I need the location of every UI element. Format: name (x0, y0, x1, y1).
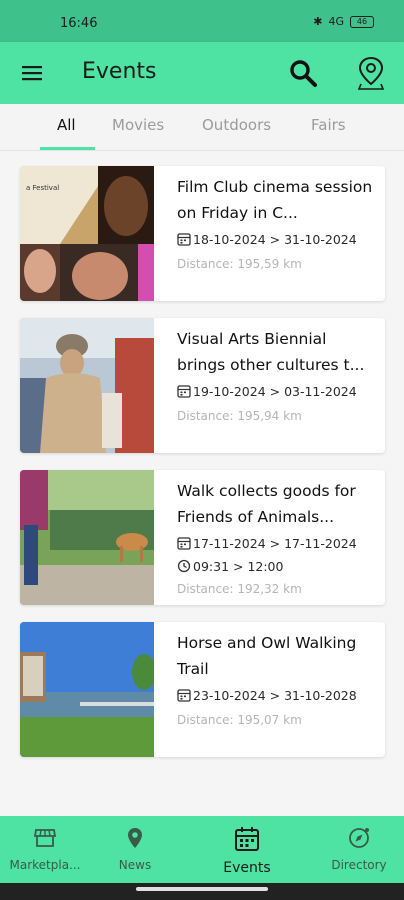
event-dates: 18-10-2024 > 31-10-2024 (193, 231, 357, 247)
event-time: 09:31 > 12:00 (193, 558, 284, 574)
event-thumbnail (20, 622, 154, 757)
location-pin-icon[interactable] (356, 56, 386, 90)
nav-label: Directory (331, 858, 387, 872)
compass-icon (349, 828, 369, 848)
event-dates-row: 17-11-2024 > 17-11-2024 (177, 533, 377, 553)
calendar-icon (177, 385, 191, 398)
battery-icon: 46 (350, 15, 374, 28)
event-distance: Distance: 192,32 km (177, 582, 302, 596)
event-dates: 17-11-2024 > 17-11-2024 (193, 535, 357, 551)
event-time-row: 09:31 > 12:00 (177, 556, 377, 576)
search-icon[interactable] (288, 58, 318, 88)
tab-all[interactable]: All (57, 116, 76, 134)
nav-label: Marketpla... (9, 858, 81, 872)
event-thumbnail (20, 318, 154, 453)
gesture-handle[interactable] (136, 887, 268, 891)
tab-movies[interactable]: Movies (112, 116, 164, 134)
signal-label: 4G (328, 15, 344, 28)
nav-item-news[interactable]: News (90, 826, 180, 872)
calendar-icon (177, 233, 191, 246)
calendar-icon (177, 537, 191, 550)
status-time: 16:46 (60, 16, 98, 31)
event-dates-row: 18-10-2024 > 31-10-2024 (177, 229, 377, 249)
nav-item-directory[interactable]: Directory (314, 826, 404, 872)
event-card[interactable]: Horse and Owl Walking Trail 23-10-2024 >… (20, 622, 385, 757)
page-title: Events (82, 59, 157, 84)
event-card[interactable]: Visual Arts Biennial brings other cultur… (20, 318, 385, 453)
active-tab-indicator (40, 147, 95, 150)
bottom-navigation: Marketpla... News Events Directory (0, 816, 404, 883)
event-dates: 23-10-2024 > 31-10-2028 (193, 687, 357, 703)
status-bar: 16:46 ✱ 4G 46 (0, 0, 404, 42)
event-distance: Distance: 195,59 km (177, 257, 302, 271)
tab-fairs[interactable]: Fairs (311, 116, 346, 134)
event-info: Horse and Owl Walking Trail 23-10-2024 >… (177, 630, 377, 727)
event-info: Visual Arts Biennial brings other cultur… (177, 326, 377, 423)
category-tabs: All Movies Outdoors Fairs (0, 104, 404, 151)
event-info: Film Club cinema session on Friday in C.… (177, 174, 377, 271)
calendar-icon (235, 827, 259, 851)
system-gesture-bar (0, 883, 404, 900)
event-card[interactable]: Walk collects goods for Friends of Anima… (20, 470, 385, 605)
event-distance: Distance: 195,94 km (177, 409, 302, 423)
event-info: Walk collects goods for Friends of Anima… (177, 478, 377, 596)
event-title: Walk collects goods for Friends of Anima… (177, 482, 356, 526)
clock-icon (177, 559, 191, 573)
menu-icon[interactable] (20, 62, 44, 84)
event-dates-row: 23-10-2024 > 31-10-2028 (177, 685, 377, 705)
event-title: Horse and Owl Walking Trail (177, 634, 357, 678)
nav-label: Events (223, 860, 271, 876)
event-card[interactable]: a Festival Film Club cinema session on F… (20, 166, 385, 301)
event-title: Visual Arts Biennial brings other cultur… (177, 330, 365, 374)
event-dates-row: 19-10-2024 > 03-11-2024 (177, 381, 377, 401)
map-pin-icon (128, 828, 142, 848)
nav-item-marketplace[interactable]: Marketpla... (0, 826, 90, 872)
app-bar: Events (0, 42, 404, 104)
bluetooth-icon: ✱ (313, 15, 323, 28)
event-distance: Distance: 195,07 km (177, 713, 302, 727)
calendar-icon (177, 689, 191, 702)
tab-outdoors[interactable]: Outdoors (202, 116, 271, 134)
nav-item-events[interactable]: Events (202, 826, 292, 876)
store-icon (33, 829, 57, 847)
event-dates: 19-10-2024 > 03-11-2024 (193, 383, 357, 399)
status-icons: ✱ 4G 46 (313, 15, 374, 28)
event-title: Film Club cinema session on Friday in C.… (177, 178, 373, 222)
event-thumbnail: a Festival (20, 166, 154, 301)
event-thumbnail (20, 470, 154, 605)
nav-label: News (118, 858, 152, 872)
svg-text:a Festival: a Festival (26, 184, 59, 192)
